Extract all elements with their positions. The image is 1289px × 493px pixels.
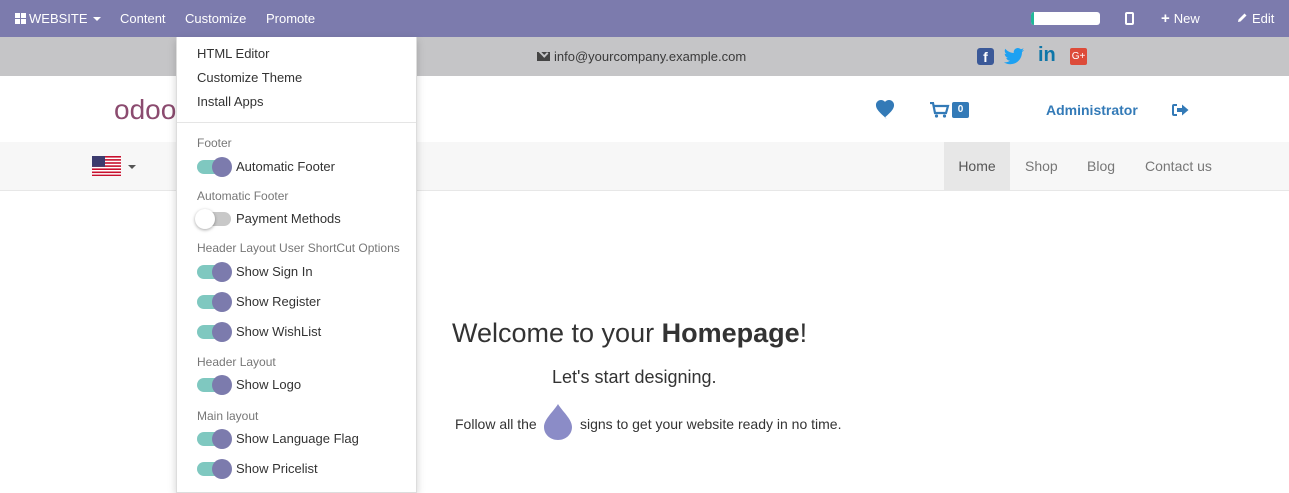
menu-content[interactable]: Content bbox=[120, 0, 166, 37]
hero-title-prefix: Welcome to your bbox=[452, 318, 662, 348]
contact-email: info@yourcompany.example.com bbox=[554, 49, 747, 64]
toggle-label: Show Pricelist bbox=[236, 461, 318, 476]
hero-follow-text: Follow all the bbox=[455, 416, 537, 432]
sign-out-icon[interactable] bbox=[1172, 103, 1189, 117]
menu-item-customize-theme[interactable]: Customize Theme bbox=[197, 70, 302, 85]
site-logo[interactable]: odoo bbox=[114, 94, 176, 126]
nav-shop[interactable]: Shop bbox=[1025, 142, 1058, 191]
toggle-label: Show Logo bbox=[236, 377, 302, 392]
us-flag-icon[interactable] bbox=[92, 156, 121, 176]
toggle-knob bbox=[212, 375, 232, 395]
nav-contact-us[interactable]: Contact us bbox=[1145, 142, 1212, 191]
menu-section-header: Main layout bbox=[197, 409, 259, 423]
toggle-switch[interactable] bbox=[197, 292, 232, 312]
pencil-icon bbox=[1238, 13, 1247, 22]
website-app-menu[interactable]: WEBSITE bbox=[15, 0, 101, 37]
facebook-icon[interactable]: f bbox=[977, 48, 994, 65]
toggle-label: Show Language Flag bbox=[236, 431, 359, 446]
google-plus-icon[interactable]: G+ bbox=[1070, 48, 1087, 65]
hero-title-bold: Homepage bbox=[661, 318, 800, 348]
toggle-label: Show Register bbox=[236, 294, 321, 309]
menu-section-header: Header Layout bbox=[197, 355, 276, 369]
toggle-knob bbox=[212, 292, 232, 312]
toggle-knob bbox=[212, 429, 232, 449]
chevron-down-icon[interactable] bbox=[128, 165, 136, 169]
toggle-knob bbox=[212, 157, 232, 177]
hero-title-suffix: ! bbox=[799, 318, 808, 348]
menu-customize[interactable]: Customize bbox=[185, 0, 246, 37]
toggle-switch[interactable] bbox=[197, 262, 232, 282]
admin-topbar: WEBSITE Content Customize Promote + New E… bbox=[0, 0, 1289, 37]
menu-promote[interactable]: Promote bbox=[266, 0, 315, 37]
plus-icon: + bbox=[1161, 10, 1170, 27]
menu-section-header: Automatic Footer bbox=[197, 189, 289, 203]
website-app-label: WEBSITE bbox=[29, 11, 88, 26]
apps-grid-icon bbox=[15, 13, 26, 24]
hero-follow-text-after: signs to get your website ready in no ti… bbox=[580, 416, 842, 432]
toggle-label: Show WishList bbox=[236, 324, 322, 339]
hero-subtitle: Let's start designing. bbox=[552, 367, 717, 387]
toggle-label: Payment Methods bbox=[236, 211, 341, 226]
toggle-switch[interactable] bbox=[197, 322, 232, 342]
toggle-switch[interactable] bbox=[197, 157, 232, 177]
menu-item-install-apps[interactable]: Install Apps bbox=[197, 94, 264, 109]
shopping-cart-icon[interactable] bbox=[930, 102, 950, 118]
toggle-knob bbox=[212, 459, 232, 479]
toggle-knob bbox=[195, 209, 215, 229]
linkedin-icon[interactable]: in bbox=[1038, 44, 1056, 66]
toggle-label: Show Sign In bbox=[236, 264, 313, 279]
nav-home[interactable]: Home bbox=[944, 142, 1010, 191]
envelope-icon bbox=[537, 52, 550, 61]
user-menu[interactable]: Administrator bbox=[1046, 102, 1138, 118]
menu-section-header: Footer bbox=[197, 136, 232, 150]
toggle-switch[interactable] bbox=[197, 429, 232, 449]
toggle-switch[interactable] bbox=[197, 375, 232, 395]
toggle-knob bbox=[212, 322, 232, 342]
menu-divider bbox=[177, 122, 416, 123]
new-label: New bbox=[1173, 11, 1200, 26]
chevron-down-icon bbox=[92, 17, 101, 21]
customize-dropdown-menu: HTML Editor Customize Theme Install Apps… bbox=[176, 37, 417, 493]
progress-fill bbox=[1031, 12, 1034, 25]
wishlist-heart-icon[interactable] bbox=[874, 100, 896, 119]
droplet-icon bbox=[544, 404, 572, 440]
edit-label: Edit bbox=[1252, 11, 1275, 26]
website-progress-bar bbox=[1031, 12, 1100, 25]
menu-section-header: Header Layout User ShortCut Options bbox=[197, 241, 400, 255]
mobile-preview-icon[interactable] bbox=[1125, 12, 1134, 25]
contact-email-link[interactable]: info@yourcompany.example.com bbox=[537, 37, 746, 76]
cart-count-badge: 0 bbox=[952, 102, 969, 118]
nav-blog[interactable]: Blog bbox=[1087, 142, 1115, 191]
toggle-knob bbox=[212, 262, 232, 282]
toggle-label: Automatic Footer bbox=[236, 159, 335, 174]
toggle-switch[interactable] bbox=[195, 209, 231, 229]
menu-item-html-editor[interactable]: HTML Editor bbox=[197, 46, 269, 61]
twitter-icon[interactable] bbox=[1003, 47, 1025, 67]
new-button[interactable]: + New bbox=[1161, 0, 1200, 37]
toggle-switch[interactable] bbox=[197, 459, 232, 479]
edit-button[interactable]: Edit bbox=[1236, 0, 1274, 37]
